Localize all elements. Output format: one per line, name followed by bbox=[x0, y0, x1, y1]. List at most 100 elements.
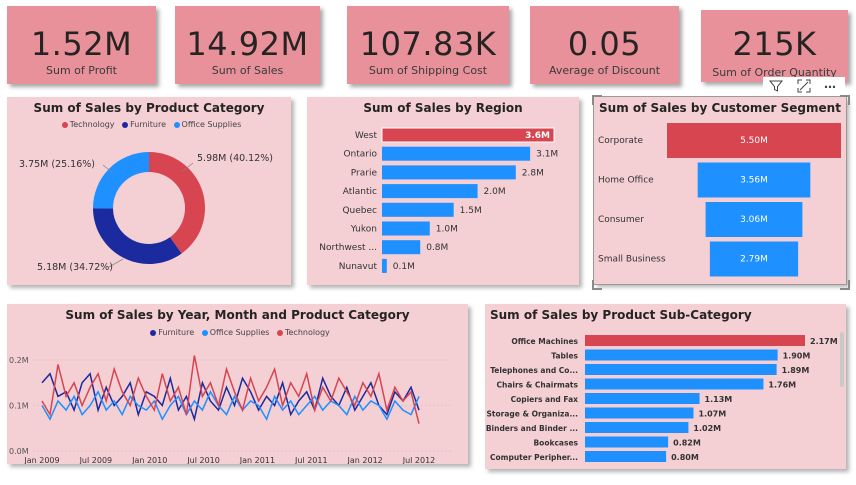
bar-data-label: 1.07M bbox=[698, 410, 726, 419]
filter-icon[interactable] bbox=[767, 79, 785, 95]
y-tick-label: 0.0M bbox=[9, 447, 29, 456]
bar[interactable] bbox=[585, 378, 764, 390]
category-label: Prarie bbox=[351, 168, 378, 178]
more-options-icon[interactable]: ⋯ bbox=[821, 79, 839, 95]
category-label: West bbox=[355, 131, 378, 141]
bar-data-label: 0.82M bbox=[673, 439, 701, 448]
kpi-card-sales[interactable]: 14.92M Sum of Sales bbox=[175, 6, 320, 84]
series-line[interactable] bbox=[41, 355, 420, 424]
donut-chart: 5.98M (40.12%) 5.18M (34.72%) 3.75M (25.16… bbox=[19, 152, 273, 273]
kpi-card-order-quantity[interactable]: 215K Sum of Order Quantity bbox=[701, 10, 848, 82]
bar-data-label: 2.17M bbox=[810, 337, 838, 346]
bar[interactable] bbox=[585, 349, 778, 361]
focus-mode-icon[interactable] bbox=[795, 79, 813, 95]
scrollbar[interactable] bbox=[840, 332, 844, 387]
selection-handle[interactable] bbox=[592, 95, 602, 105]
category-label: Copiers and Fax bbox=[511, 395, 579, 404]
bar-data-label: 2.8M bbox=[522, 168, 544, 178]
bar[interactable] bbox=[382, 165, 516, 180]
kpi-card-discount[interactable]: 0.05 Average of Discount bbox=[530, 6, 679, 84]
category-label: Chairs & Chairmats bbox=[496, 381, 578, 390]
selection-handle[interactable] bbox=[840, 95, 850, 105]
kpi-value: 107.83K bbox=[359, 25, 497, 63]
category-label: Yukon bbox=[350, 225, 377, 235]
bar[interactable] bbox=[585, 451, 667, 462]
bar-data-label: 1.5M bbox=[460, 206, 482, 216]
bar-data-label: 3.1M bbox=[536, 150, 558, 160]
kpi-label: Average of Discount bbox=[548, 64, 661, 77]
donut-slice[interactable] bbox=[93, 208, 182, 265]
kpi-value: 1.52M bbox=[30, 25, 133, 63]
category-label: Bookcases bbox=[533, 439, 578, 448]
bar[interactable] bbox=[382, 258, 387, 273]
y-tick-label: 0.2M bbox=[9, 356, 29, 365]
bar[interactable] bbox=[382, 240, 421, 255]
chart-sales-by-product-category[interactable]: Sum of Sales by Product Category Technol… bbox=[7, 97, 291, 285]
x-tick-label: Jul 2011 bbox=[294, 456, 328, 464]
selection-handle[interactable] bbox=[840, 280, 850, 290]
chart-sales-by-customer-segment[interactable]: Sum of Sales by Customer Segment Corpora… bbox=[593, 96, 847, 285]
bar[interactable] bbox=[585, 364, 777, 375]
category-label: Office Machines bbox=[511, 337, 578, 346]
x-tick-label: Jan 2012 bbox=[347, 456, 383, 464]
bar-data-label: 1.89M bbox=[782, 366, 810, 375]
bar-data-label: 1.13M bbox=[705, 395, 733, 404]
donut-slice[interactable] bbox=[149, 152, 205, 254]
category-label: Corporate bbox=[598, 136, 643, 146]
bar[interactable] bbox=[382, 202, 454, 217]
bar-data-label: 2.0M bbox=[484, 187, 506, 197]
region-bar-chart: West 3.6M Ontario 3.1M Prarie 2.8M Atlantic 2.0… bbox=[319, 127, 558, 273]
bar[interactable] bbox=[382, 146, 531, 161]
bar-data-label: 1.02M bbox=[693, 424, 721, 433]
kpi-card-profit[interactable]: 1.52M Sum of Profit bbox=[7, 6, 156, 84]
category-label: Northwest ... bbox=[319, 243, 377, 253]
category-label: Consumer bbox=[598, 215, 644, 225]
category-label: Computer Peripher... bbox=[490, 453, 578, 462]
bar-data-label: 3.6M bbox=[525, 131, 550, 141]
visual-header-toolbar: ⋯ bbox=[763, 77, 845, 97]
x-tick-label: Jan 2010 bbox=[131, 456, 167, 464]
bar[interactable] bbox=[382, 221, 430, 236]
donut-data-label: 5.18M (34.72%) bbox=[37, 262, 113, 273]
donut-slice[interactable] bbox=[93, 152, 149, 209]
segment-funnel-chart: Corporate 5.50M Home Office 3.56M Consumer 3.… bbox=[598, 123, 841, 277]
kpi-value: 14.92M bbox=[186, 25, 309, 63]
chart-sales-by-product-sub-category[interactable]: Sum of Sales by Product Sub-Category Off… bbox=[485, 304, 846, 469]
funnel-data-label: 3.06M bbox=[740, 215, 768, 225]
bar[interactable] bbox=[585, 422, 689, 433]
x-tick-label: Jul 2012 bbox=[402, 456, 436, 464]
category-label: Atlantic bbox=[343, 187, 377, 197]
sub-category-bar-chart: Office Machines 2.17M Tables 1.90M Telephone… bbox=[486, 332, 844, 462]
x-tick-label: Jan 2011 bbox=[239, 456, 275, 464]
chart-sales-by-region[interactable]: Sum of Sales by Region West 3.6M Ontario 3.… bbox=[307, 97, 579, 285]
kpi-value: 0.05 bbox=[567, 25, 642, 63]
kpi-label: Sum of Profit bbox=[46, 64, 117, 77]
selection-handle[interactable] bbox=[592, 280, 602, 290]
donut-data-label: 3.75M (25.16%) bbox=[19, 159, 95, 170]
bar-data-label: 1.90M bbox=[783, 352, 811, 361]
category-label: Nunavut bbox=[339, 262, 378, 272]
category-label: Quebec bbox=[342, 206, 377, 216]
x-tick-label: Jul 2009 bbox=[79, 456, 113, 464]
bar-data-label: 1.0M bbox=[436, 225, 458, 235]
funnel-data-label: 3.56M bbox=[740, 176, 768, 186]
kpi-card-shipping-cost[interactable]: 107.83K Sum of Shipping Cost bbox=[347, 6, 509, 84]
bar-data-label: 1.76M bbox=[768, 381, 796, 390]
bar[interactable] bbox=[585, 407, 694, 419]
bar[interactable] bbox=[382, 184, 478, 199]
category-label: Telephones and Co... bbox=[490, 366, 578, 375]
kpi-value: 215K bbox=[732, 25, 817, 63]
category-label: Ontario bbox=[343, 150, 377, 160]
bar-data-label: 0.1M bbox=[393, 262, 415, 272]
bar-data-label: 0.8M bbox=[426, 243, 448, 253]
line-chart: 0.0M 0.1M 0.2M Jan 2009 Jul 2009 Jan 2010 Jul … bbox=[9, 355, 453, 464]
funnel-data-label: 2.79M bbox=[740, 255, 768, 265]
kpi-label: Sum of Sales bbox=[211, 64, 284, 77]
bar[interactable] bbox=[585, 393, 700, 404]
chart-sales-by-year-month-category[interactable]: Sum of Sales by Year, Month and Product … bbox=[7, 304, 468, 464]
y-tick-label: 0.1M bbox=[9, 402, 29, 411]
bar[interactable] bbox=[585, 436, 669, 448]
category-label: Binders and Binder ... bbox=[486, 424, 578, 433]
donut-data-label: 5.98M (40.12%) bbox=[197, 153, 273, 164]
bar[interactable] bbox=[585, 335, 805, 346]
